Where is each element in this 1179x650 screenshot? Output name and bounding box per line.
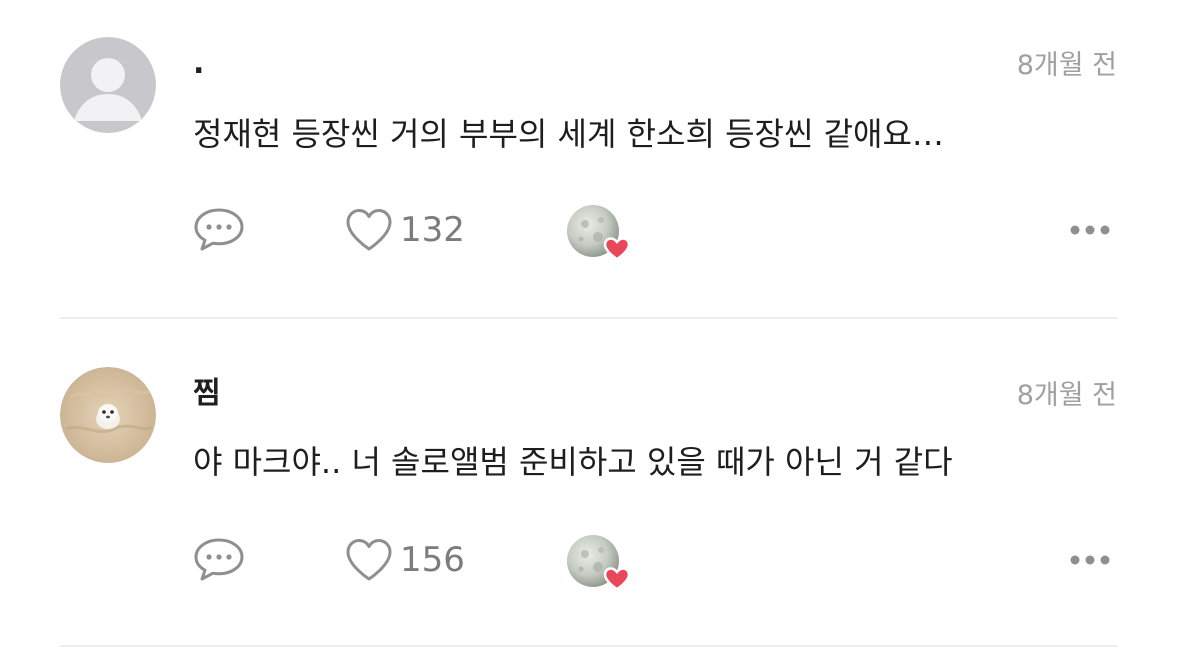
like-count: 132 <box>400 210 465 250</box>
avatar[interactable] <box>60 37 156 133</box>
more-dots-icon <box>1070 555 1110 565</box>
comment-author[interactable]: 찜 <box>193 374 221 414</box>
comment-timestamp: 8개월 전 <box>1016 50 1117 81</box>
like-button[interactable]: 156 <box>344 534 465 586</box>
comment-text: 정재현 등장씬 거의 부부의 세계 한소희 등장씬 같애요… <box>193 115 944 153</box>
heart-outline-icon <box>346 539 392 581</box>
comment-timestamp: 8개월 전 <box>1016 380 1117 411</box>
comment-item: 찜 8개월 전 야 마크야.. 너 솔로앨범 준비하고 있을 때가 아닌 거 같… <box>0 330 1179 650</box>
speech-bubble-icon <box>194 208 244 251</box>
comment-actions: 132 <box>0 198 1179 262</box>
moon-heart-reaction-icon <box>567 205 631 261</box>
comment-actions: 156 <box>0 528 1179 592</box>
speech-bubble-icon <box>194 538 244 581</box>
avatar[interactable] <box>60 367 156 463</box>
more-options-button[interactable] <box>1068 552 1112 571</box>
heart-outline-icon <box>346 209 392 251</box>
more-options-button[interactable] <box>1068 222 1112 241</box>
creator-heart-reaction <box>565 534 637 594</box>
divider <box>60 317 1118 319</box>
divider <box>60 645 1118 647</box>
comment-item: . 8개월 전 정재현 등장씬 거의 부부의 세계 한소희 등장씬 같애요… 1… <box>0 0 1179 320</box>
comment-text: 야 마크야.. 너 솔로앨범 준비하고 있을 때가 아닌 거 같다 <box>193 443 953 481</box>
default-avatar-icon <box>60 37 156 133</box>
more-dots-icon <box>1070 225 1110 235</box>
comment-author[interactable]: . <box>193 44 204 84</box>
reply-button[interactable] <box>193 536 245 586</box>
reply-button[interactable] <box>193 206 245 256</box>
like-count: 156 <box>400 540 465 580</box>
seal-photo-avatar <box>60 367 156 463</box>
creator-heart-reaction <box>565 204 637 264</box>
moon-heart-reaction-icon <box>567 535 631 591</box>
like-button[interactable]: 132 <box>344 204 465 256</box>
